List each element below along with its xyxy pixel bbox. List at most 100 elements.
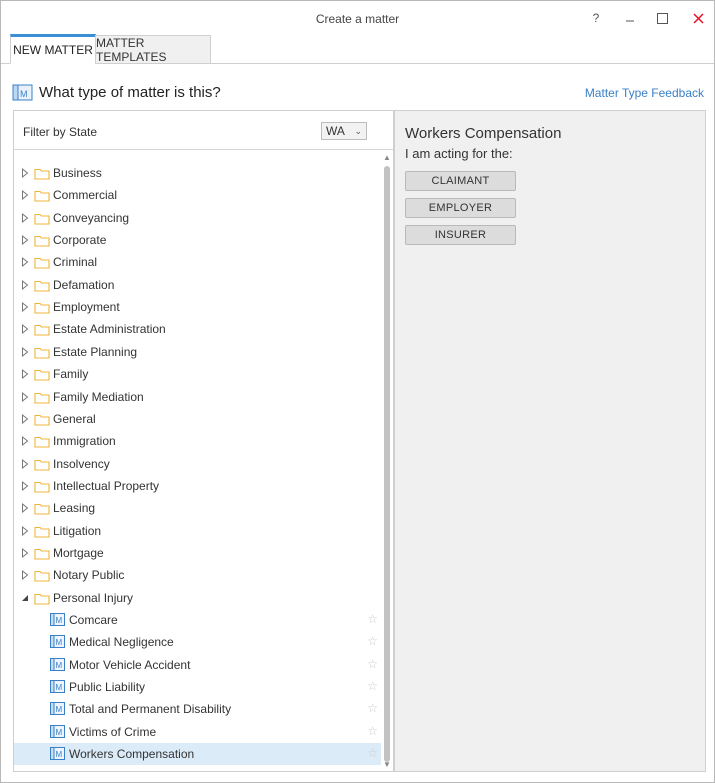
tree-item[interactable]: M Victims of Crime ☆ xyxy=(14,721,381,743)
tab-matter-templates[interactable]: MATTER TEMPLATES xyxy=(95,35,211,64)
tree-category-row[interactable]: Notary Public xyxy=(14,564,381,586)
tree-category-row[interactable]: Intellectual Property xyxy=(14,475,381,497)
detail-title: Workers Compensation xyxy=(405,125,562,142)
help-button[interactable]: ? xyxy=(583,7,609,29)
tree-category-row[interactable]: Family Mediation xyxy=(14,386,381,408)
employer-button[interactable]: EMPLOYER xyxy=(405,198,516,218)
tree-category-label: Leasing xyxy=(53,501,96,516)
scroll-thumb[interactable] xyxy=(384,166,390,762)
expand-arrow-icon[interactable] xyxy=(20,302,30,313)
insurer-button[interactable]: INSURER xyxy=(405,225,516,245)
tree-item[interactable]: M Medical Negligence ☆ xyxy=(14,631,381,653)
tree-category-label: Intellectual Property xyxy=(53,478,160,493)
tree-category-row[interactable]: Estate Planning xyxy=(14,341,381,363)
matter-type-panel: Filter by State WA ⌄ Business Commercial C… xyxy=(13,110,394,772)
tree-item[interactable]: M Motor Vehicle Accident ☆ xyxy=(14,654,381,676)
expand-arrow-icon[interactable] xyxy=(20,369,30,380)
star-icon[interactable]: ☆ xyxy=(367,657,378,671)
tree-category-row[interactable]: Criminal xyxy=(14,251,381,273)
tree-category-row[interactable]: Estate Administration xyxy=(14,318,381,340)
tree-category-row[interactable]: Defamation xyxy=(14,274,381,296)
tree-category-row[interactable]: General xyxy=(14,408,381,430)
expand-arrow-icon[interactable] xyxy=(20,570,30,581)
tree-category-label: Family xyxy=(53,367,89,382)
folder-icon xyxy=(34,258,50,269)
page-question: What type of matter is this? xyxy=(39,84,221,101)
tree-category-label: Litigation xyxy=(53,523,102,538)
tree-category-row[interactable]: Corporate xyxy=(14,229,381,251)
expand-arrow-icon[interactable] xyxy=(20,480,30,491)
star-icon[interactable]: ☆ xyxy=(367,679,378,693)
star-icon[interactable]: ☆ xyxy=(367,612,378,626)
folder-icon xyxy=(34,280,50,292)
claimant-button[interactable]: CLAIMANT xyxy=(405,171,516,191)
expand-arrow-icon[interactable] xyxy=(20,212,30,223)
acting-for-label: I am acting for the: xyxy=(405,146,513,161)
matter-type-icon: M xyxy=(50,613,65,626)
expand-arrow-icon[interactable] xyxy=(20,436,30,447)
star-icon[interactable]: ☆ xyxy=(367,634,378,648)
matter-type-feedback-link[interactable]: Matter Type Feedback xyxy=(585,86,704,100)
folder-icon xyxy=(34,481,50,493)
expand-arrow-icon[interactable] xyxy=(20,525,30,536)
tree-category-label: Mortgage xyxy=(53,545,104,560)
star-icon[interactable]: ☆ xyxy=(367,701,378,715)
tree-category-label: Estate Planning xyxy=(53,344,138,359)
tree-item[interactable]: M Comcare ☆ xyxy=(14,609,381,631)
folder-icon xyxy=(34,414,50,426)
expand-arrow-icon[interactable] xyxy=(20,547,30,558)
expand-arrow-icon[interactable] xyxy=(20,257,30,268)
expand-arrow-icon[interactable] xyxy=(20,168,30,178)
tree-category-label: Commercial xyxy=(53,188,118,203)
folder-icon xyxy=(34,347,50,359)
tab-new-matter[interactable]: NEW MATTER xyxy=(10,34,96,64)
matter-type-tree: Business Commercial Conveyancing Corporate C… xyxy=(14,150,381,771)
tree-category-row[interactable]: Leasing xyxy=(14,497,381,519)
folder-icon xyxy=(34,370,50,381)
state-dropdown[interactable]: WA ⌄ xyxy=(321,122,367,140)
minimize-button[interactable] xyxy=(617,7,643,29)
tree-category-row[interactable]: Business xyxy=(14,162,381,184)
expand-arrow-icon[interactable] xyxy=(20,279,30,290)
tree-category-row[interactable]: Conveyancing xyxy=(14,207,381,229)
folder-icon xyxy=(34,168,50,180)
tree-category-row[interactable]: Employment xyxy=(14,296,381,318)
matter-detail-panel: Workers Compensation I am acting for the… xyxy=(394,110,706,772)
tree-scrollbar[interactable]: ▲ ▼ xyxy=(381,150,393,771)
tree-item[interactable]: M Total and Permanent Disability ☆ xyxy=(14,698,381,720)
tree-category-row[interactable]: Immigration xyxy=(14,430,381,452)
tree-category-row[interactable]: Personal Injury xyxy=(14,587,381,609)
scroll-down-icon[interactable]: ▼ xyxy=(383,760,391,769)
matter-type-icon: M xyxy=(50,724,65,738)
expand-arrow-icon[interactable] xyxy=(20,235,30,246)
tree-item-label: Workers Compensation xyxy=(69,747,195,762)
tree-category-row[interactable]: Family xyxy=(14,363,381,385)
scroll-up-icon[interactable]: ▲ xyxy=(383,153,391,162)
tree-category-row[interactable]: Commercial xyxy=(14,184,381,206)
matter-type-icon: M xyxy=(50,747,65,761)
expand-arrow-icon[interactable] xyxy=(20,324,30,335)
close-button[interactable] xyxy=(685,7,711,29)
tree-category-row[interactable]: Litigation xyxy=(14,520,381,542)
star-icon[interactable]: ☆ xyxy=(367,746,378,760)
collapse-arrow-icon[interactable] xyxy=(20,593,30,603)
expand-arrow-icon[interactable] xyxy=(20,413,30,424)
tab-strip: NEW MATTER MATTER TEMPLATES xyxy=(1,34,714,64)
folder-icon xyxy=(34,303,50,314)
expand-arrow-icon[interactable] xyxy=(20,503,30,514)
tree-category-row[interactable]: Mortgage xyxy=(14,542,381,564)
tree-category-label: Family Mediation xyxy=(53,389,144,404)
star-icon[interactable]: ☆ xyxy=(367,724,378,738)
maximize-button[interactable] xyxy=(649,7,675,29)
expand-arrow-icon[interactable] xyxy=(20,458,30,469)
tree-category-row[interactable]: Insolvency xyxy=(14,453,381,475)
tree-item-selected[interactable]: M Workers Compensation ☆ xyxy=(14,743,381,766)
tree-item-label: Motor Vehicle Accident xyxy=(69,657,191,672)
tree-item[interactable]: M Public Liability ☆ xyxy=(14,676,381,698)
expand-arrow-icon[interactable] xyxy=(20,346,30,357)
svg-text:M: M xyxy=(56,638,63,647)
tree-category-label: Criminal xyxy=(53,255,98,270)
expand-arrow-icon[interactable] xyxy=(20,391,30,402)
create-matter-window: Create a matter ? NEW MATTER MATTER TEMP… xyxy=(0,0,715,783)
expand-arrow-icon[interactable] xyxy=(20,190,30,201)
